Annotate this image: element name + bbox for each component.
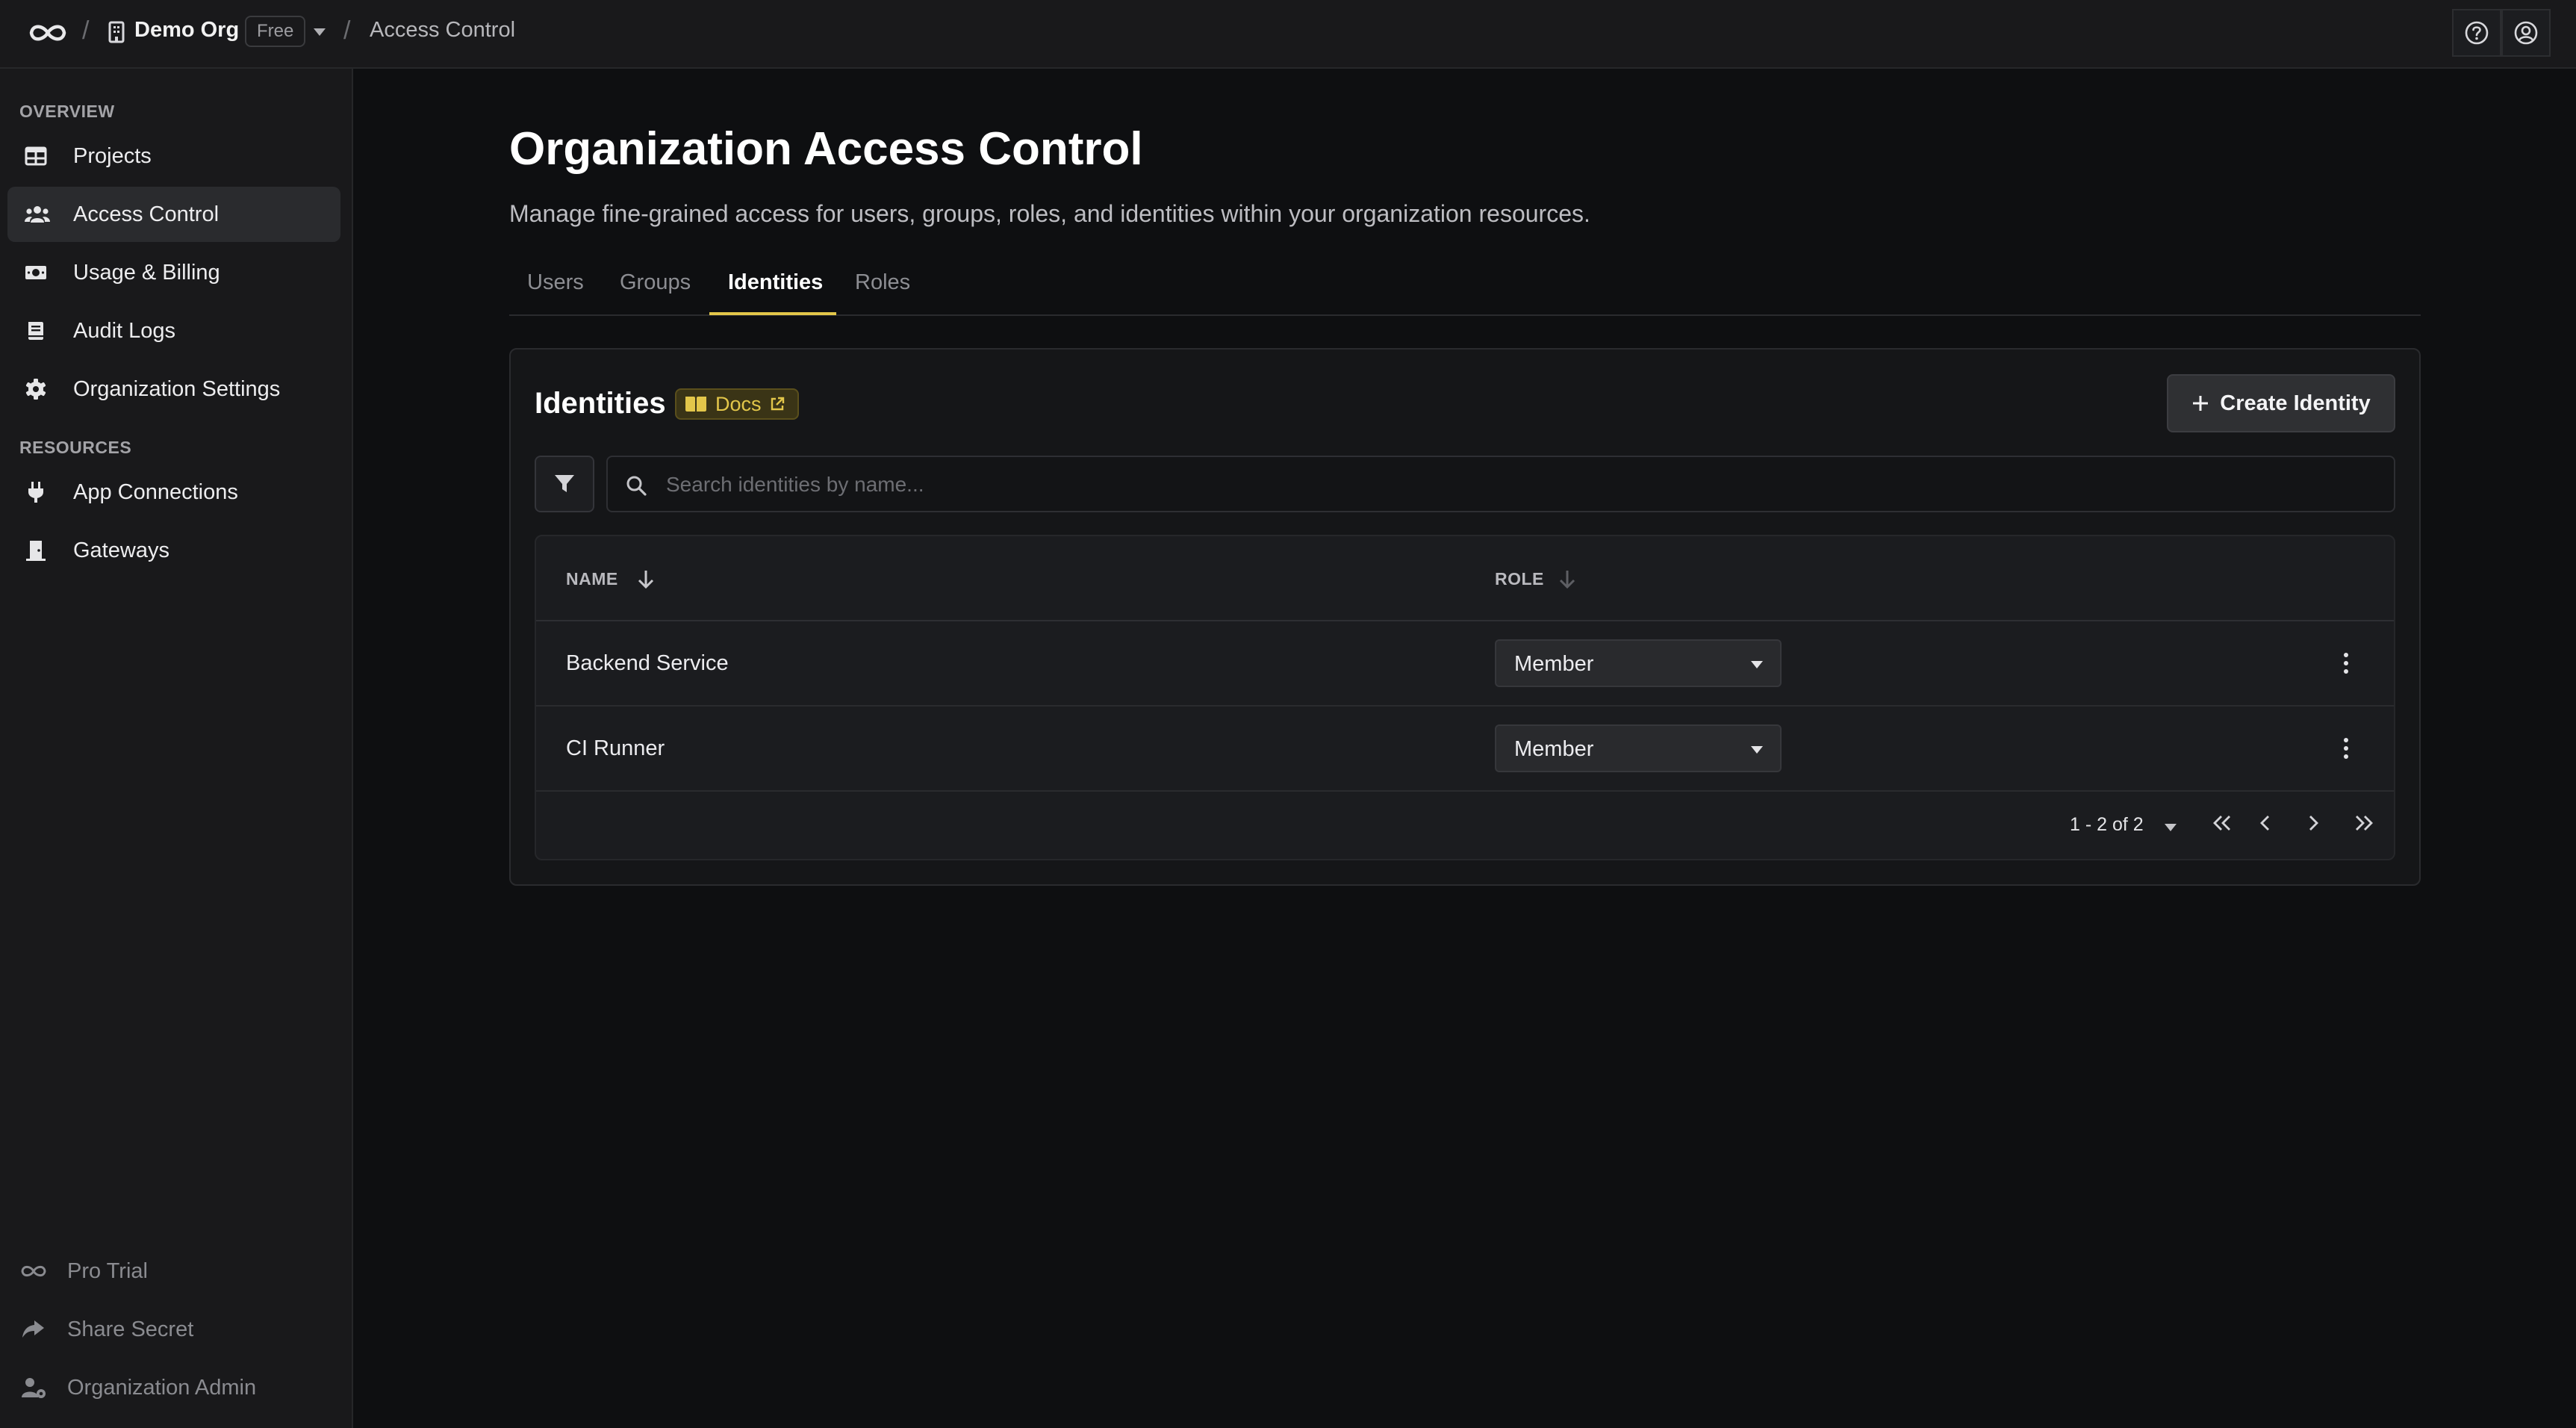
plan-badge: Free	[245, 16, 306, 47]
role-select[interactable]: Member	[1495, 639, 1782, 687]
previous-page-button[interactable]	[2250, 808, 2280, 838]
role-select-value: Member	[1514, 737, 1594, 761]
page-title: Organization Access Control	[509, 123, 1143, 175]
footer-item-label: Organization Admin	[67, 1375, 257, 1400]
more-vertical-icon	[2343, 737, 2349, 760]
users-icon	[24, 202, 50, 226]
infinity-icon	[19, 1259, 48, 1283]
chevron-right-icon	[2306, 814, 2321, 832]
identities-table: NAME ROLE Backend Service Member CI Runn…	[535, 535, 2395, 860]
breadcrumb-separator: /	[82, 16, 90, 45]
caret-down-icon	[1750, 745, 1764, 754]
create-identity-label: Create Identity	[2220, 391, 2371, 415]
sidebar: OVERVIEW Projects Access Control Usage &…	[0, 69, 353, 1428]
sidebar-item-label: Access Control	[73, 202, 220, 226]
sidebar-item-label: Projects	[73, 143, 152, 168]
sidebar-item-organization-settings[interactable]: Organization Settings	[7, 361, 340, 417]
plus-icon	[2191, 394, 2209, 412]
share-icon	[19, 1317, 48, 1341]
first-page-button[interactable]	[2207, 808, 2237, 838]
sidebar-item-gateways[interactable]: Gateways	[7, 523, 340, 578]
infinity-logo-icon[interactable]	[27, 19, 69, 46]
book-open-icon	[684, 394, 708, 414]
sidebar-item-label: Organization Settings	[73, 376, 281, 401]
chevrons-left-icon	[2211, 814, 2233, 832]
sort-arrow-down-icon[interactable]	[636, 568, 656, 590]
tab-identities[interactable]: Identities	[728, 270, 823, 295]
sidebar-section-overview: OVERVIEW	[19, 102, 115, 121]
org-switcher[interactable]: Demo Org	[134, 18, 239, 43]
sidebar-item-usage-billing[interactable]: Usage & Billing	[7, 245, 340, 300]
column-header-role[interactable]: ROLE	[1495, 569, 1544, 589]
search-box[interactable]	[606, 456, 2395, 512]
door-icon	[24, 538, 48, 562]
sidebar-footer-share-secret[interactable]: Share Secret	[19, 1311, 193, 1348]
money-bill-icon	[24, 261, 48, 285]
sidebar-item-audit-logs[interactable]: Audit Logs	[7, 303, 340, 358]
search-input[interactable]	[666, 468, 2376, 502]
sidebar-section-resources: RESOURCES	[19, 438, 132, 457]
identity-name: Backend Service	[566, 651, 729, 675]
filter-button[interactable]	[535, 456, 594, 512]
tab-users[interactable]: Users	[527, 270, 584, 295]
caret-down-icon[interactable]	[2164, 823, 2177, 832]
create-identity-button[interactable]: Create Identity	[2167, 374, 2395, 432]
footer-item-label: Pro Trial	[67, 1258, 148, 1283]
last-page-button[interactable]	[2349, 808, 2379, 838]
book-icon	[24, 319, 48, 343]
breadcrumb-current-page[interactable]: Access Control	[370, 18, 515, 43]
column-header-name[interactable]: NAME	[566, 569, 618, 589]
sidebar-item-label: Audit Logs	[73, 318, 176, 343]
user-menu-button[interactable]	[2501, 9, 2551, 57]
tab-roles[interactable]: Roles	[855, 270, 910, 295]
breadcrumb-separator: /	[343, 16, 351, 45]
table-row[interactable]: CI Runner Member	[536, 707, 2394, 792]
identities-title: Identities	[535, 387, 666, 420]
pagination-range[interactable]: 1 - 2 of 2	[2070, 814, 2144, 836]
sidebar-footer-organization-admin[interactable]: Organization Admin	[19, 1369, 256, 1406]
role-select-value: Member	[1514, 652, 1594, 676]
identity-name: CI Runner	[566, 736, 665, 760]
docs-label: Docs	[715, 392, 762, 415]
sidebar-item-label: Gateways	[73, 538, 169, 562]
footer-item-label: Share Secret	[67, 1317, 194, 1341]
sidebar-item-projects[interactable]: Projects	[7, 128, 340, 184]
filter-icon	[553, 473, 576, 495]
sidebar-item-access-control[interactable]: Access Control	[7, 187, 340, 242]
building-icon	[108, 21, 125, 43]
chevron-left-icon	[2258, 814, 2273, 832]
plug-icon	[24, 480, 48, 504]
row-actions-menu[interactable]	[2331, 648, 2361, 678]
role-select[interactable]: Member	[1495, 724, 1782, 772]
table-row[interactable]: Backend Service Member	[536, 621, 2394, 707]
chevrons-right-icon	[2353, 814, 2375, 832]
active-tab-indicator	[709, 312, 836, 315]
more-vertical-icon	[2343, 652, 2349, 674]
page-description: Manage fine-grained access for users, gr…	[509, 200, 1590, 227]
caret-down-icon[interactable]	[312, 27, 327, 37]
user-circle-icon	[2513, 20, 2539, 46]
docs-link[interactable]: Docs	[675, 388, 799, 420]
sidebar-item-label: Usage & Billing	[73, 260, 220, 285]
sort-arrow-down-icon[interactable]	[1558, 568, 1577, 590]
external-link-icon	[769, 396, 785, 412]
row-actions-menu[interactable]	[2331, 733, 2361, 763]
table-header: NAME ROLE	[536, 536, 2394, 621]
tab-groups[interactable]: Groups	[620, 270, 691, 295]
top-bar: / Demo Org Free / Access Control	[0, 0, 2576, 69]
caret-down-icon	[1750, 660, 1764, 669]
table-icon	[24, 144, 48, 168]
sidebar-item-app-connections[interactable]: App Connections	[7, 465, 340, 520]
help-circle-icon	[2464, 20, 2489, 46]
gear-icon	[24, 377, 48, 401]
sidebar-footer-pro-trial[interactable]: Pro Trial	[19, 1252, 148, 1290]
search-icon	[626, 475, 647, 496]
sidebar-item-label: App Connections	[73, 479, 238, 504]
next-page-button[interactable]	[2298, 808, 2328, 838]
help-button[interactable]	[2452, 9, 2501, 57]
user-gear-icon	[19, 1376, 48, 1400]
